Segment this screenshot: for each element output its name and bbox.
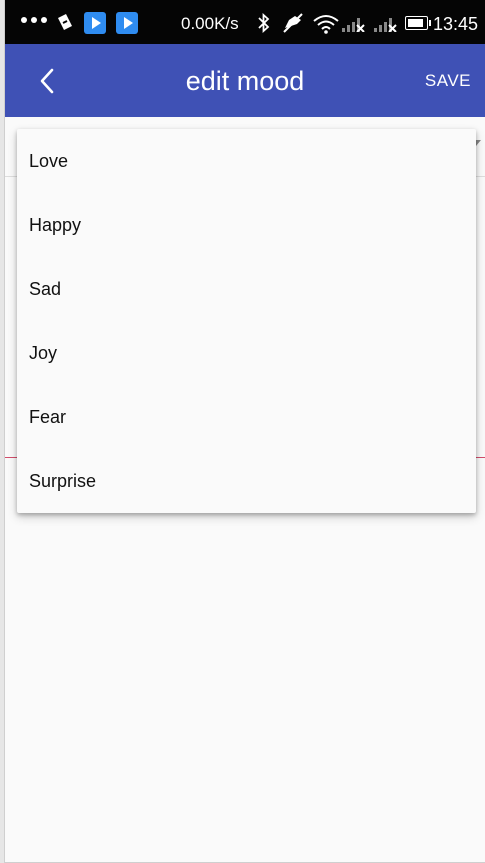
signal-icon <box>374 18 397 32</box>
dropdown-option-love[interactable]: Love <box>17 129 476 193</box>
play-icon <box>116 12 138 34</box>
wifi-icon <box>313 15 339 34</box>
clock: 13:45 <box>433 14 479 34</box>
app-bar: edit mood SAVE <box>5 44 485 117</box>
play-icon <box>84 12 106 34</box>
save-button[interactable]: SAVE <box>425 71 471 91</box>
screen-frame: 0.00K/s 13:45 edit mood SAVE Love Happy … <box>4 0 485 863</box>
dropdown-option-sad[interactable]: Sad <box>17 257 476 321</box>
battery-icon <box>405 16 431 30</box>
dropdown-option-surprise[interactable]: Surprise <box>17 449 476 513</box>
bluetooth-icon <box>258 13 270 33</box>
nfc-icon <box>58 14 72 30</box>
dropdown-option-joy[interactable]: Joy <box>17 321 476 385</box>
more-dots-icon <box>21 17 47 23</box>
mood-dropdown-menu: Love Happy Sad Joy Fear Surprise <box>17 129 476 513</box>
mute-icon <box>283 13 303 33</box>
dropdown-option-happy[interactable]: Happy <box>17 193 476 257</box>
dropdown-option-fear[interactable]: Fear <box>17 385 476 449</box>
network-speed: 0.00K/s <box>181 14 239 33</box>
status-bar: 0.00K/s 13:45 <box>5 0 485 44</box>
signal-icon <box>342 18 365 32</box>
page-title: edit mood <box>185 66 305 96</box>
